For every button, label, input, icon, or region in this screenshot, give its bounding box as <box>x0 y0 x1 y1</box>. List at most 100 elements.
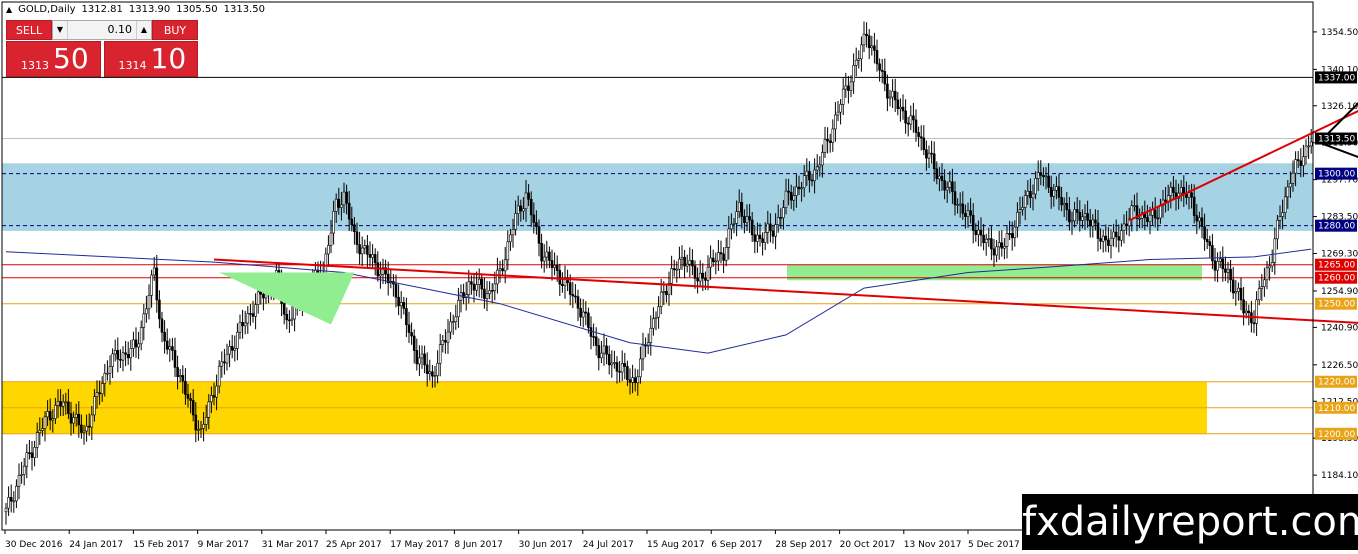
candle-body <box>1114 231 1118 237</box>
candle-body <box>90 414 94 428</box>
candle-body <box>1146 217 1149 222</box>
candle-body <box>839 104 842 113</box>
candle-body <box>132 339 135 349</box>
candle-body <box>670 268 673 284</box>
buy-price-button[interactable]: 1314 10 <box>103 41 198 77</box>
candle-body <box>1016 211 1019 228</box>
candle-body <box>953 191 957 206</box>
candle-body <box>428 371 432 374</box>
candle-body <box>35 432 39 448</box>
candle-body <box>142 313 146 328</box>
candle-body <box>1226 268 1230 273</box>
y-tick-label: 1269.30 <box>1321 250 1358 260</box>
candle-body <box>800 187 803 190</box>
candle-body <box>995 246 998 256</box>
candle-body <box>1299 160 1303 166</box>
candle-body <box>228 346 231 355</box>
candle-body <box>808 170 811 181</box>
lot-up-icon[interactable]: ▲ <box>136 21 151 39</box>
candle-body <box>558 270 562 285</box>
candle-body <box>675 268 679 271</box>
candle-body <box>717 252 720 262</box>
candle-body <box>875 50 879 65</box>
level-tag-label: 1280.00 <box>1318 222 1355 232</box>
candle-body <box>1101 235 1105 242</box>
candle-body <box>334 198 338 212</box>
candle-body <box>561 283 564 287</box>
candle-body <box>982 234 985 244</box>
candle-body <box>688 260 692 265</box>
candle-body <box>22 465 26 475</box>
candle-body <box>202 423 205 429</box>
candle-body <box>1008 233 1011 235</box>
candle-body <box>113 350 117 355</box>
candle-body <box>59 401 62 407</box>
candle-body <box>184 380 187 395</box>
candle-body <box>1273 238 1277 263</box>
buy-button[interactable]: BUY <box>152 20 198 40</box>
candle-body <box>774 224 777 237</box>
open-value: 1312.81 <box>81 4 123 15</box>
sell-price-button[interactable]: 1313 50 <box>6 41 101 77</box>
candle-body <box>789 191 793 201</box>
candle-body <box>415 350 419 365</box>
candle-body <box>847 85 850 91</box>
candle-body <box>340 204 343 208</box>
candle-body <box>197 429 200 431</box>
sell-price-big: 50 <box>53 42 89 75</box>
candle-body <box>1000 242 1004 249</box>
candle-body <box>457 300 460 318</box>
candle-body <box>405 308 408 326</box>
x-tick-label: 24 Jan 2017 <box>69 540 123 550</box>
candle-body <box>605 345 608 355</box>
candle-body <box>397 296 400 307</box>
x-tick-label: 9 Mar 2017 <box>198 540 249 550</box>
candle-body <box>1010 233 1014 239</box>
candle-body <box>917 132 920 138</box>
candle-body <box>935 168 939 180</box>
candle-body <box>56 401 60 406</box>
candle-body <box>446 331 450 343</box>
candle-body <box>639 358 642 378</box>
level-tag-label: 1210.00 <box>1318 404 1355 414</box>
y-tick-label: 1326.10 <box>1321 102 1358 112</box>
candle-body <box>1270 262 1274 267</box>
candle-body <box>1169 186 1173 196</box>
candle-body <box>906 122 910 125</box>
candle-body <box>571 294 575 297</box>
level-tag-label: 1337.00 <box>1318 73 1355 83</box>
candle-body <box>368 254 372 258</box>
y-tick-label: 1240.90 <box>1321 323 1358 333</box>
candle-body <box>922 137 926 151</box>
candle-body <box>652 318 655 329</box>
candle-body <box>1021 207 1024 211</box>
candle-body <box>173 350 177 368</box>
level-tag-label: 1265.00 <box>1318 261 1355 271</box>
lot-down-icon[interactable]: ▼ <box>53 21 68 39</box>
candle-body <box>399 302 403 307</box>
candle-body <box>631 377 634 383</box>
sell-button[interactable]: SELL <box>6 20 52 40</box>
candle-body <box>342 191 346 206</box>
collapse-triangle-icon[interactable]: ▲ <box>6 5 12 14</box>
candle-body <box>1083 213 1087 218</box>
candle-body <box>1237 287 1240 292</box>
candle-body <box>64 401 68 404</box>
candle-body <box>938 175 941 180</box>
candle-body <box>1073 209 1076 222</box>
candle-body <box>678 258 681 270</box>
candle-body <box>519 205 523 212</box>
candle-body <box>95 392 99 398</box>
candle-body <box>914 119 918 133</box>
candle-body <box>1200 217 1204 227</box>
candle-body <box>1190 192 1193 198</box>
candle-body <box>1260 286 1264 289</box>
candle-body <box>488 290 491 295</box>
lot-size-input[interactable]: 0.10 <box>68 21 136 39</box>
candle-body <box>246 313 250 324</box>
candle-body <box>1265 267 1269 281</box>
candle-body <box>849 81 853 91</box>
candle-body <box>106 372 109 375</box>
candle-body <box>821 152 824 166</box>
candle-body <box>194 414 198 431</box>
